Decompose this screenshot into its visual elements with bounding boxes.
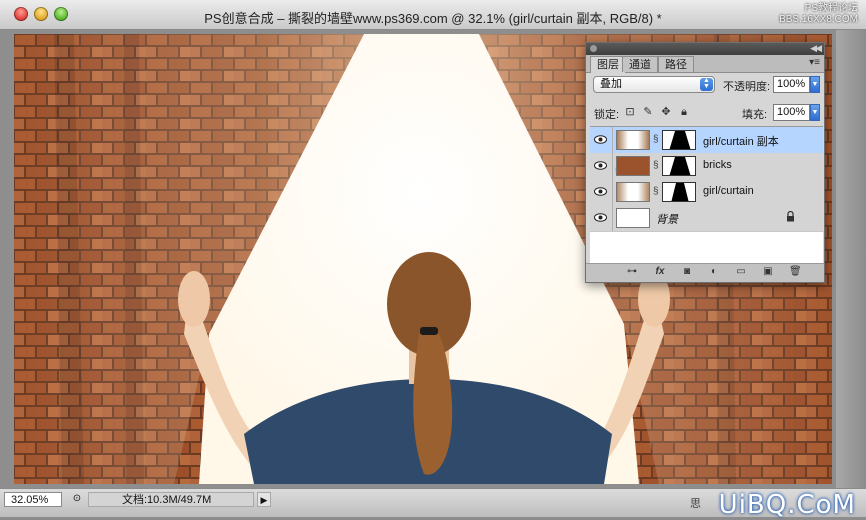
panel-tabs: 图层 通道 路径 ▾≡ (586, 55, 824, 73)
mask-link-icon[interactable]: § (653, 134, 659, 145)
layer-thumbnail[interactable] (616, 208, 650, 228)
layer-thumbnail[interactable] (616, 130, 650, 150)
window-title: PS创意合成 – 撕裂的墙壁www.ps369.com @ 32.1% (gir… (204, 11, 662, 26)
layers-list: § girl/curtain 副本 ↳ § bricks § (590, 126, 823, 265)
fx-icon[interactable]: fx (654, 266, 666, 278)
tab-layers[interactable]: 图层 (590, 56, 626, 73)
panel-close-button[interactable] (590, 45, 597, 52)
visibility-toggle[interactable] (590, 179, 613, 205)
blend-mode-select[interactable]: 叠加 ▲ ▼ (593, 76, 715, 93)
fill-label: 填充: (742, 109, 768, 121)
new-group-icon[interactable]: ▭ (735, 266, 747, 278)
layer-row-bricks[interactable]: ↳ § bricks (590, 153, 823, 180)
mask-shape-icon (671, 183, 689, 201)
panel-menu-icon[interactable]: ▾≡ (809, 57, 820, 68)
lock-transparency-icon[interactable]: ⊡ (624, 106, 636, 118)
layer-row-background[interactable]: 背景 (590, 205, 823, 232)
layers-panel: ◀◀ 图层 通道 路径 ▾≡ 叠加 ▲ ▼ 不透明度: 100% ▼ 锁定: ⊡ … (585, 42, 825, 283)
watermark-top-line1: PS教程论坛 (804, 3, 858, 14)
layer-row-girl-curtain-copy[interactable]: § girl/curtain 副本 (590, 127, 823, 154)
lock-pixels-icon[interactable]: ✎ (642, 106, 654, 118)
eye-icon (594, 135, 607, 144)
panel-collapse-icon[interactable]: ◀◀ (810, 43, 822, 54)
document-size-info: 文档:10.3M/49.7M (88, 492, 254, 507)
lock-position-icon[interactable]: ✥ (660, 106, 672, 118)
layer-mask-thumbnail[interactable] (662, 130, 696, 150)
layer-mask-thumbnail[interactable] (662, 156, 696, 176)
fill-field[interactable]: 100% (773, 104, 810, 121)
fill-dropdown-icon[interactable]: ▼ (810, 104, 820, 121)
status-info-icon[interactable]: ⊙ (70, 492, 84, 506)
layer-name: 背景 (656, 214, 678, 226)
lock-all-icon[interactable]: 🔒︎ (678, 106, 690, 118)
visibility-toggle[interactable] (590, 127, 613, 153)
layer-name: girl/curtain (703, 185, 754, 197)
mask-link-icon[interactable]: § (653, 160, 659, 171)
opacity-field[interactable]: 100% (773, 76, 810, 93)
opacity-label: 不透明度: (723, 81, 771, 93)
window-titlebar: PS创意合成 – 撕裂的墙壁www.ps369.com @ 32.1% (gir… (0, 0, 866, 30)
new-layer-icon[interactable]: ▣ (762, 266, 774, 278)
blend-mode-value: 叠加 (600, 78, 622, 90)
mask-link-icon[interactable]: § (653, 186, 659, 197)
watermark-top: PS教程论坛 BBS.16XX8.COM (779, 3, 858, 25)
layer-thumbnail[interactable] (616, 182, 650, 202)
tab-channels[interactable]: 通道 (622, 56, 658, 72)
mask-shape-icon (669, 131, 691, 149)
watermark-bottom: UiBQ.CoM (718, 490, 856, 520)
eye-icon (594, 161, 607, 170)
layer-row-girl-curtain[interactable]: § girl/curtain (590, 179, 823, 206)
status-bar: 32.05% ⊙ 文档:10.3M/49.7M ▶ 思 UiBQ.CoM (0, 488, 866, 520)
zoom-level-field[interactable]: 32.05% (4, 492, 62, 507)
adjustment-layer-icon[interactable]: ◐ (708, 266, 720, 278)
select-arrows-icon: ▲ ▼ (700, 77, 713, 91)
panel-footer: ⊶ fx ◙ ◐ ▭ ▣ 🗑︎ (586, 263, 824, 282)
watermark-top-line2: BBS.16XX8.COM (779, 14, 858, 25)
link-layers-icon[interactable]: ⊶ (626, 266, 638, 278)
trash-icon[interactable]: 🗑︎ (789, 266, 802, 278)
layer-name: bricks (703, 159, 732, 171)
layer-thumbnail[interactable] (616, 156, 650, 176)
visibility-toggle[interactable] (590, 153, 613, 179)
canvas-scroll-strip[interactable] (836, 30, 866, 488)
layer-mask-thumbnail[interactable] (662, 182, 696, 202)
layer-name: girl/curtain 副本 (703, 136, 779, 148)
lock-label: 锁定: (594, 109, 620, 121)
add-mask-icon[interactable]: ◙ (681, 266, 693, 278)
panel-titlebar[interactable]: ◀◀ (586, 43, 824, 55)
eye-icon (594, 213, 607, 222)
mask-shape-icon (669, 157, 691, 175)
lock-icon (787, 211, 794, 222)
tab-paths[interactable]: 路径 (658, 56, 694, 72)
visibility-toggle[interactable] (590, 205, 613, 231)
lock-fill-row: 锁定: ⊡ ✎ ✥ 🔒︎ 填充: 100% ▼ (586, 103, 824, 125)
eye-icon (594, 187, 607, 196)
status-menu-arrow-icon[interactable]: ▶ (257, 492, 271, 507)
blend-opacity-row: 叠加 ▲ ▼ 不透明度: 100% ▼ (586, 74, 824, 100)
opacity-dropdown-icon[interactable]: ▼ (810, 76, 820, 93)
watermark-bottom-small: 思 (690, 498, 701, 510)
